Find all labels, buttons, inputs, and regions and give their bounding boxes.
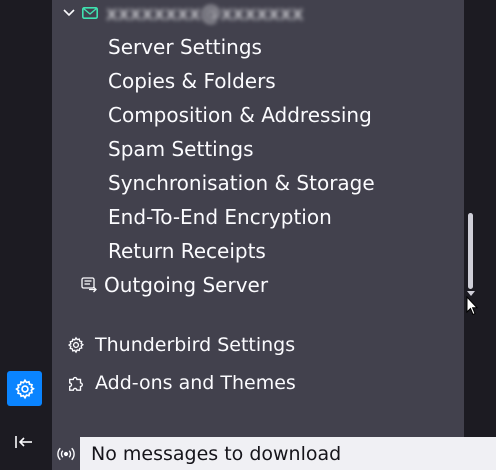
spam-settings-item[interactable]: Spam Settings [108, 134, 254, 164]
scrollbar-thumb[interactable] [468, 213, 473, 289]
return-receipts-item[interactable]: Return Receipts [108, 236, 266, 266]
spaces-toolbar [0, 0, 52, 470]
e2e-encryption-item[interactable]: End-To-End Encryption [108, 202, 332, 232]
addons-themes-item[interactable]: Add-ons and Themes [67, 368, 296, 398]
composition-addressing-item[interactable]: Composition & Addressing [108, 100, 372, 130]
outgoing-server-item[interactable]: Outgoing Server [80, 270, 268, 300]
puzzle-icon [69, 376, 83, 391]
chevron-down-icon[interactable] [60, 4, 78, 22]
mouse-cursor-icon [466, 295, 479, 316]
right-edge-strip [478, 0, 496, 437]
synchronisation-storage-item[interactable]: Synchronisation & Storage [108, 168, 375, 198]
addons-themes-label: Add-ons and Themes [95, 372, 296, 394]
server-settings-item[interactable]: Server Settings [108, 32, 262, 62]
gear-icon [67, 336, 85, 354]
online-status-button[interactable] [52, 437, 80, 470]
online-status-icon [57, 447, 75, 460]
collapse-left-icon [15, 436, 32, 448]
mail-account-icon [82, 6, 100, 20]
gear-icon [14, 378, 35, 399]
account-row[interactable]: xxxxxxxx@xxxxxxx [60, 0, 460, 26]
thunderbird-settings-label: Thunderbird Settings [95, 334, 296, 356]
copies-folders-item[interactable]: Copies & Folders [108, 66, 276, 96]
status-bar: No messages to download [52, 437, 496, 470]
settings-space-button[interactable] [7, 371, 42, 406]
thunderbird-settings-item[interactable]: Thunderbird Settings [67, 330, 295, 360]
collapse-toolbar-button[interactable] [12, 430, 36, 454]
outgoing-server-label: Outgoing Server [104, 273, 269, 297]
status-text: No messages to download [91, 442, 342, 465]
outgoing-server-icon [81, 277, 97, 293]
account-name: xxxxxxxx@xxxxxxx [106, 1, 304, 25]
